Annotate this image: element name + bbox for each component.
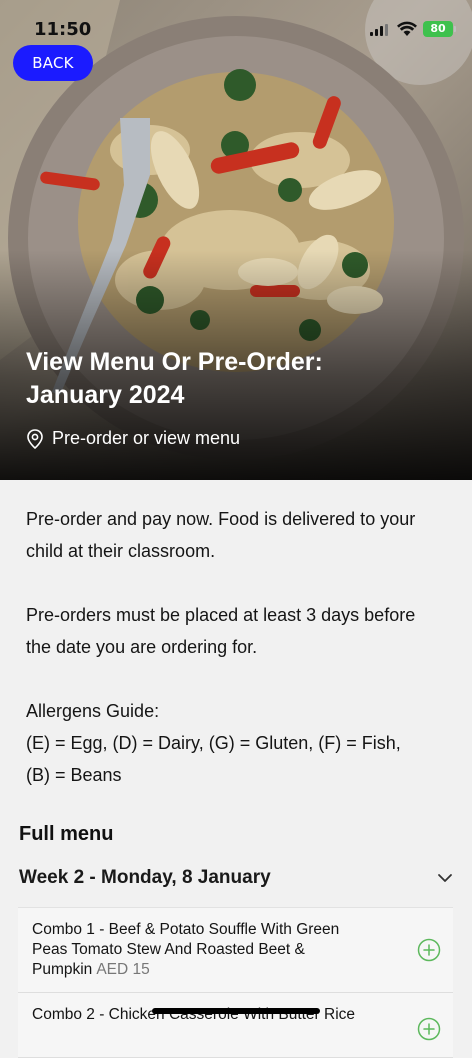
week-accordion-header[interactable]: Week 2 - Monday, 8 January <box>19 861 456 895</box>
wifi-icon <box>397 21 417 36</box>
menu-item-name: Peas Tomato Stew And Roasted Beet & <box>32 941 305 958</box>
status-time: 11:50 <box>34 19 92 40</box>
full-menu-heading: Full menu <box>19 823 114 845</box>
menu-item[interactable]: Combo 2 - Chicken Casserole With Butter … <box>18 993 453 1058</box>
allergens-text: (B) = Beans <box>26 765 122 785</box>
week-label: Week 2 - Monday, 8 January <box>19 867 271 888</box>
location-pin-icon <box>27 428 43 449</box>
description-text: the date you are ordering for. <box>26 637 258 657</box>
add-circle-icon[interactable] <box>417 938 441 962</box>
description-text: child at their classroom. <box>26 541 216 561</box>
page-title-line1: View Menu Or Pre-Order: <box>26 348 323 376</box>
pre-order-link[interactable]: Pre-order or view menu <box>26 428 240 449</box>
description-block: Pre-order and pay now. Food is delivered… <box>26 503 468 791</box>
chevron-down-icon[interactable] <box>436 869 454 887</box>
page-title: View Menu Or Pre-Order: January 2024 <box>26 346 446 412</box>
menu-item[interactable]: Combo 1 - Beef & Potato Souffle With Gre… <box>18 908 453 993</box>
menu-list: Combo 1 - Beef & Potato Souffle With Gre… <box>18 907 453 1058</box>
home-indicator <box>152 1008 320 1014</box>
page-title-line2: January 2024 <box>26 381 185 409</box>
pre-order-link-label: Pre-order or view menu <box>52 428 241 448</box>
allergens-heading: Allergens Guide: <box>26 701 160 721</box>
hero-banner: 11:50 80 BACK View Menu Or Pre-Order: Ja… <box>0 0 472 480</box>
signal-icon <box>370 24 388 36</box>
battery-indicator: 80 <box>423 21 456 37</box>
back-button[interactable]: BACK <box>13 45 93 81</box>
menu-item-price: AED 15 <box>96 961 150 978</box>
menu-item-name: Combo 1 - Beef & Potato Souffle With Gre… <box>32 921 340 938</box>
menu-item-name: Pumpkin <box>32 961 93 978</box>
allergens-text: (E) = Egg, (D) = Dairy, (G) = Gluten, (F… <box>26 733 401 753</box>
add-circle-icon[interactable] <box>417 1017 441 1041</box>
description-text: Pre-order and pay now. Food is delivered… <box>26 509 416 529</box>
description-text: Pre-orders must be placed at least 3 day… <box>26 605 416 625</box>
